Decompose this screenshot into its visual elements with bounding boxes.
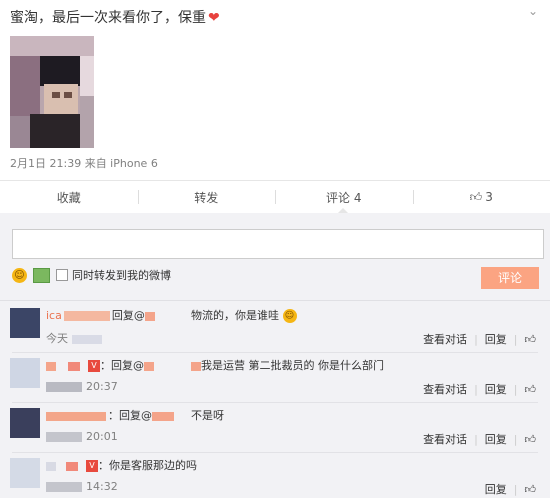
like-count: 3	[485, 190, 493, 204]
thumbs-up-icon: 👍︎	[469, 189, 483, 204]
blurred-date	[46, 382, 82, 392]
comment-time: 20:01	[46, 430, 118, 443]
comment-line: V ：你是客服那边的吗	[46, 457, 197, 473]
comment-reply-to: ：回复@	[100, 359, 144, 372]
comment-time-value: 20:37	[86, 380, 118, 393]
avatar[interactable]	[10, 308, 40, 338]
comment-time-value: 14:32	[86, 480, 118, 493]
submit-comment-button[interactable]: 评论	[481, 267, 539, 289]
badge-icon: V	[86, 460, 98, 472]
comment-text-content: 物流的，你是谁哇	[191, 309, 279, 322]
thumbs-up-icon[interactable]: 👍︎	[525, 333, 537, 346]
blurred-name	[46, 411, 106, 421]
comment-time-value: 20:01	[86, 430, 118, 443]
comment-time: 14:32	[46, 480, 118, 493]
post-action-bar: 收藏 转发 评论 4 👍︎ 3	[0, 180, 550, 214]
repost-label: 同时转发到我的微博	[72, 269, 171, 282]
reply-link[interactable]: 回复	[485, 431, 507, 447]
image-icon[interactable]	[33, 267, 50, 283]
comment-time: 今天	[46, 330, 102, 346]
blurred-name	[191, 361, 201, 371]
blurred-name	[46, 461, 56, 471]
comment-text: 物流的，你是谁哇 ☺	[191, 307, 297, 323]
comment-time: 20:37	[46, 380, 118, 393]
comment-button[interactable]: 评论 4	[275, 181, 413, 214]
composer-tools: ☺ 同时转发到我的微博	[12, 266, 171, 284]
divider	[0, 300, 550, 301]
avatar[interactable]	[10, 458, 40, 488]
comment-text: 我是运营 第二批裁员的 你是什么部门	[191, 357, 384, 373]
blurred-name	[152, 411, 174, 421]
badge-icon: V	[88, 360, 100, 372]
heart-icon: ❤	[208, 10, 220, 26]
comment-actions: 查看对话 | 回复 | 👍︎	[423, 431, 537, 447]
blurred-date	[46, 482, 82, 492]
forward-button[interactable]: 转发	[137, 181, 276, 213]
favorite-label: 收藏	[56, 190, 81, 205]
comment-line: V ：回复@	[46, 357, 154, 373]
comment-reply-to: ：回复@	[108, 409, 152, 422]
reply-link[interactable]: 回复	[485, 381, 507, 397]
comment-reply-to: ：你是客服那边的吗	[98, 459, 197, 472]
blurred-name	[66, 461, 78, 471]
blurred-name	[46, 361, 56, 371]
avatar[interactable]	[10, 358, 40, 388]
comment-label: 评论 4	[326, 190, 362, 205]
comment-item: V ：回复@ 我是运营 第二批裁员的 你是什么部门 20:37 查看对话 | 回复 | 👍…	[0, 353, 550, 403]
comment-text: 不是呀	[191, 409, 224, 422]
post-text-content: 蜜淘，最后一次来看你了，保重	[10, 10, 206, 26]
view-dialog-link[interactable]: 查看对话	[423, 431, 467, 447]
blurred-name	[63, 311, 110, 321]
weibo-post: 蜜淘，最后一次来看你了，保重 ❤ ⌄ 2月1日 21:39 来自 iPhone 6	[0, 0, 550, 180]
view-dialog-link[interactable]: 查看对话	[423, 331, 467, 347]
blurred-date	[46, 432, 82, 442]
blurred-name	[144, 361, 154, 371]
blurred-time	[72, 334, 102, 344]
post-text: 蜜淘，最后一次来看你了，保重 ❤	[10, 7, 220, 27]
repost-checkbox[interactable]	[56, 269, 68, 281]
reply-link[interactable]: 回复	[485, 331, 507, 347]
comment-actions: 查看对话 | 回复 | 👍︎	[423, 331, 537, 347]
comment-actions: 查看对话 | 回复 | 👍︎	[423, 381, 537, 397]
avatar[interactable]	[10, 408, 40, 438]
comment-username[interactable]: ica	[46, 309, 62, 322]
smile-emoji-icon: ☺	[282, 309, 297, 323]
comment-time-value: 今天	[46, 332, 68, 345]
thumbs-up-icon[interactable]: 👍︎	[525, 483, 537, 496]
comment-input[interactable]	[12, 229, 544, 259]
comment-item: ica 回复@ 物流的，你是谁哇 ☺ 今天 查看对话 | 回复 | 👍︎	[0, 303, 550, 353]
blurred-name	[68, 361, 80, 371]
post-photo[interactable]	[10, 36, 94, 148]
reply-link[interactable]: 回复	[485, 481, 507, 497]
emoji-icon[interactable]: ☺	[12, 267, 27, 283]
comment-item: V ：你是客服那边的吗 14:32 回复 | 👍︎	[0, 453, 550, 498]
like-button[interactable]: 👍︎ 3	[412, 181, 550, 213]
post-meta: 2月1日 21:39 来自 iPhone 6	[10, 157, 158, 170]
comment-line: ica 回复@	[46, 307, 155, 323]
comment-text-content: 我是运营 第二批裁员的 你是什么部门	[201, 359, 384, 372]
favorite-button[interactable]: 收藏	[0, 181, 138, 213]
comment-item: ：回复@ 不是呀 20:01 查看对话 | 回复 | 👍︎	[0, 403, 550, 453]
blurred-name	[144, 311, 155, 321]
view-dialog-link[interactable]: 查看对话	[423, 381, 467, 397]
comment-line: ：回复@	[46, 407, 174, 423]
comment-area: ☺ 同时转发到我的微博 评论 ica 回复@ 物流的，你是谁哇 ☺ 今天 查看对话…	[0, 213, 550, 498]
comment-actions: 回复 | 👍︎	[484, 481, 537, 497]
thumbs-up-icon[interactable]: 👍︎	[525, 383, 537, 396]
comment-reply-to: 回复@	[111, 309, 145, 322]
chevron-down-icon[interactable]: ⌄	[528, 4, 538, 18]
forward-label: 转发	[194, 190, 219, 205]
thumbs-up-icon[interactable]: 👍︎	[525, 433, 537, 446]
